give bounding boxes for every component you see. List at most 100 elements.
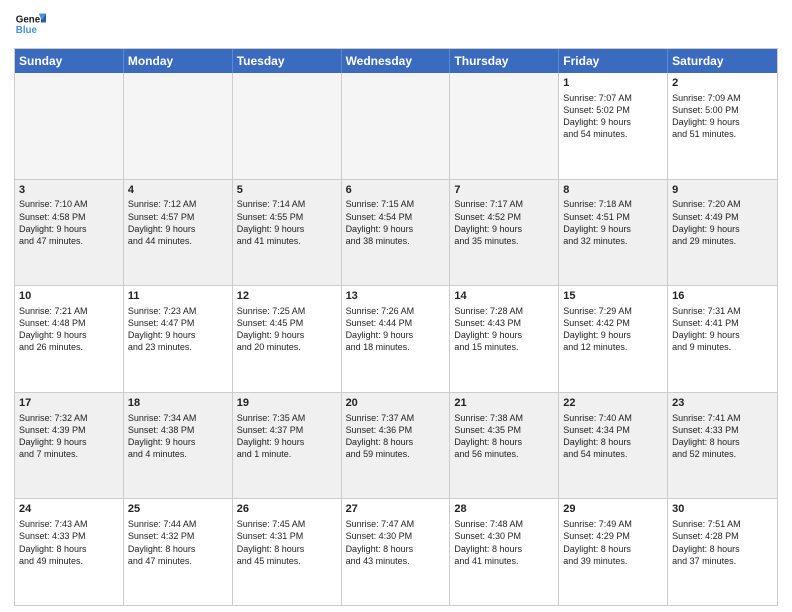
day-number: 15 <box>563 289 663 304</box>
day-info: Sunrise: 7:31 AM Sunset: 4:41 PM Dayligh… <box>672 305 773 354</box>
day-number: 5 <box>237 183 337 198</box>
calendar-cell: 19Sunrise: 7:35 AM Sunset: 4:37 PM Dayli… <box>233 393 342 499</box>
day-info: Sunrise: 7:26 AM Sunset: 4:44 PM Dayligh… <box>346 305 446 354</box>
day-number: 2 <box>672 76 773 91</box>
calendar-cell: 9Sunrise: 7:20 AM Sunset: 4:49 PM Daylig… <box>668 180 777 286</box>
day-info: Sunrise: 7:34 AM Sunset: 4:38 PM Dayligh… <box>128 412 228 461</box>
calendar-cell: 30Sunrise: 7:51 AM Sunset: 4:28 PM Dayli… <box>668 499 777 605</box>
day-number: 19 <box>237 396 337 411</box>
day-number: 7 <box>454 183 554 198</box>
day-number: 26 <box>237 502 337 517</box>
calendar-cell <box>124 73 233 179</box>
day-info: Sunrise: 7:15 AM Sunset: 4:54 PM Dayligh… <box>346 198 446 247</box>
header: General Blue <box>14 10 778 42</box>
calendar-body: 1Sunrise: 7:07 AM Sunset: 5:02 PM Daylig… <box>15 73 777 605</box>
calendar-cell: 13Sunrise: 7:26 AM Sunset: 4:44 PM Dayli… <box>342 286 451 392</box>
day-info: Sunrise: 7:37 AM Sunset: 4:36 PM Dayligh… <box>346 412 446 461</box>
day-number: 20 <box>346 396 446 411</box>
day-info: Sunrise: 7:21 AM Sunset: 4:48 PM Dayligh… <box>19 305 119 354</box>
weekday-header-friday: Friday <box>559 49 668 73</box>
day-info: Sunrise: 7:41 AM Sunset: 4:33 PM Dayligh… <box>672 412 773 461</box>
calendar-cell: 5Sunrise: 7:14 AM Sunset: 4:55 PM Daylig… <box>233 180 342 286</box>
calendar-cell <box>15 73 124 179</box>
day-number: 25 <box>128 502 228 517</box>
day-number: 30 <box>672 502 773 517</box>
day-info: Sunrise: 7:17 AM Sunset: 4:52 PM Dayligh… <box>454 198 554 247</box>
day-info: Sunrise: 7:43 AM Sunset: 4:33 PM Dayligh… <box>19 518 119 567</box>
calendar-row-1: 3Sunrise: 7:10 AM Sunset: 4:58 PM Daylig… <box>15 179 777 286</box>
day-number: 11 <box>128 289 228 304</box>
day-info: Sunrise: 7:23 AM Sunset: 4:47 PM Dayligh… <box>128 305 228 354</box>
calendar-cell: 10Sunrise: 7:21 AM Sunset: 4:48 PM Dayli… <box>15 286 124 392</box>
calendar-header: SundayMondayTuesdayWednesdayThursdayFrid… <box>15 49 777 73</box>
day-info: Sunrise: 7:25 AM Sunset: 4:45 PM Dayligh… <box>237 305 337 354</box>
weekday-header-monday: Monday <box>124 49 233 73</box>
day-number: 28 <box>454 502 554 517</box>
calendar-cell: 26Sunrise: 7:45 AM Sunset: 4:31 PM Dayli… <box>233 499 342 605</box>
calendar-cell <box>342 73 451 179</box>
day-number: 13 <box>346 289 446 304</box>
calendar-cell: 23Sunrise: 7:41 AM Sunset: 4:33 PM Dayli… <box>668 393 777 499</box>
calendar-cell: 16Sunrise: 7:31 AM Sunset: 4:41 PM Dayli… <box>668 286 777 392</box>
day-number: 27 <box>346 502 446 517</box>
calendar-row-4: 24Sunrise: 7:43 AM Sunset: 4:33 PM Dayli… <box>15 498 777 605</box>
calendar-cell: 17Sunrise: 7:32 AM Sunset: 4:39 PM Dayli… <box>15 393 124 499</box>
calendar-cell: 21Sunrise: 7:38 AM Sunset: 4:35 PM Dayli… <box>450 393 559 499</box>
day-number: 21 <box>454 396 554 411</box>
calendar-cell: 2Sunrise: 7:09 AM Sunset: 5:00 PM Daylig… <box>668 73 777 179</box>
day-info: Sunrise: 7:12 AM Sunset: 4:57 PM Dayligh… <box>128 198 228 247</box>
logo-icon: General Blue <box>14 10 46 42</box>
calendar-cell: 28Sunrise: 7:48 AM Sunset: 4:30 PM Dayli… <box>450 499 559 605</box>
day-number: 24 <box>19 502 119 517</box>
day-number: 10 <box>19 289 119 304</box>
calendar-cell <box>233 73 342 179</box>
day-info: Sunrise: 7:48 AM Sunset: 4:30 PM Dayligh… <box>454 518 554 567</box>
calendar-cell: 3Sunrise: 7:10 AM Sunset: 4:58 PM Daylig… <box>15 180 124 286</box>
day-number: 12 <box>237 289 337 304</box>
calendar-row-0: 1Sunrise: 7:07 AM Sunset: 5:02 PM Daylig… <box>15 73 777 179</box>
day-info: Sunrise: 7:14 AM Sunset: 4:55 PM Dayligh… <box>237 198 337 247</box>
calendar-cell: 1Sunrise: 7:07 AM Sunset: 5:02 PM Daylig… <box>559 73 668 179</box>
day-number: 9 <box>672 183 773 198</box>
day-number: 23 <box>672 396 773 411</box>
calendar-cell: 15Sunrise: 7:29 AM Sunset: 4:42 PM Dayli… <box>559 286 668 392</box>
day-info: Sunrise: 7:07 AM Sunset: 5:02 PM Dayligh… <box>563 92 663 141</box>
day-number: 16 <box>672 289 773 304</box>
weekday-header-saturday: Saturday <box>668 49 777 73</box>
calendar-cell: 20Sunrise: 7:37 AM Sunset: 4:36 PM Dayli… <box>342 393 451 499</box>
day-info: Sunrise: 7:47 AM Sunset: 4:30 PM Dayligh… <box>346 518 446 567</box>
day-info: Sunrise: 7:44 AM Sunset: 4:32 PM Dayligh… <box>128 518 228 567</box>
day-info: Sunrise: 7:35 AM Sunset: 4:37 PM Dayligh… <box>237 412 337 461</box>
calendar-cell: 29Sunrise: 7:49 AM Sunset: 4:29 PM Dayli… <box>559 499 668 605</box>
svg-text:Blue: Blue <box>16 25 38 36</box>
day-number: 4 <box>128 183 228 198</box>
day-number: 3 <box>19 183 119 198</box>
weekday-header-tuesday: Tuesday <box>233 49 342 73</box>
calendar-cell: 22Sunrise: 7:40 AM Sunset: 4:34 PM Dayli… <box>559 393 668 499</box>
day-info: Sunrise: 7:29 AM Sunset: 4:42 PM Dayligh… <box>563 305 663 354</box>
weekday-header-thursday: Thursday <box>450 49 559 73</box>
day-info: Sunrise: 7:28 AM Sunset: 4:43 PM Dayligh… <box>454 305 554 354</box>
day-info: Sunrise: 7:32 AM Sunset: 4:39 PM Dayligh… <box>19 412 119 461</box>
calendar-cell: 24Sunrise: 7:43 AM Sunset: 4:33 PM Dayli… <box>15 499 124 605</box>
calendar-cell: 18Sunrise: 7:34 AM Sunset: 4:38 PM Dayli… <box>124 393 233 499</box>
calendar-cell: 11Sunrise: 7:23 AM Sunset: 4:47 PM Dayli… <box>124 286 233 392</box>
page: General Blue SundayMondayTuesdayWednesda… <box>0 0 792 612</box>
calendar-cell: 8Sunrise: 7:18 AM Sunset: 4:51 PM Daylig… <box>559 180 668 286</box>
calendar-row-2: 10Sunrise: 7:21 AM Sunset: 4:48 PM Dayli… <box>15 285 777 392</box>
day-info: Sunrise: 7:40 AM Sunset: 4:34 PM Dayligh… <box>563 412 663 461</box>
day-info: Sunrise: 7:45 AM Sunset: 4:31 PM Dayligh… <box>237 518 337 567</box>
day-info: Sunrise: 7:20 AM Sunset: 4:49 PM Dayligh… <box>672 198 773 247</box>
weekday-header-wednesday: Wednesday <box>342 49 451 73</box>
calendar-cell: 14Sunrise: 7:28 AM Sunset: 4:43 PM Dayli… <box>450 286 559 392</box>
calendar: SundayMondayTuesdayWednesdayThursdayFrid… <box>14 48 778 606</box>
calendar-row-3: 17Sunrise: 7:32 AM Sunset: 4:39 PM Dayli… <box>15 392 777 499</box>
calendar-cell: 7Sunrise: 7:17 AM Sunset: 4:52 PM Daylig… <box>450 180 559 286</box>
calendar-cell <box>450 73 559 179</box>
calendar-cell: 6Sunrise: 7:15 AM Sunset: 4:54 PM Daylig… <box>342 180 451 286</box>
day-info: Sunrise: 7:10 AM Sunset: 4:58 PM Dayligh… <box>19 198 119 247</box>
day-number: 22 <box>563 396 663 411</box>
calendar-cell: 12Sunrise: 7:25 AM Sunset: 4:45 PM Dayli… <box>233 286 342 392</box>
day-info: Sunrise: 7:51 AM Sunset: 4:28 PM Dayligh… <box>672 518 773 567</box>
day-number: 29 <box>563 502 663 517</box>
